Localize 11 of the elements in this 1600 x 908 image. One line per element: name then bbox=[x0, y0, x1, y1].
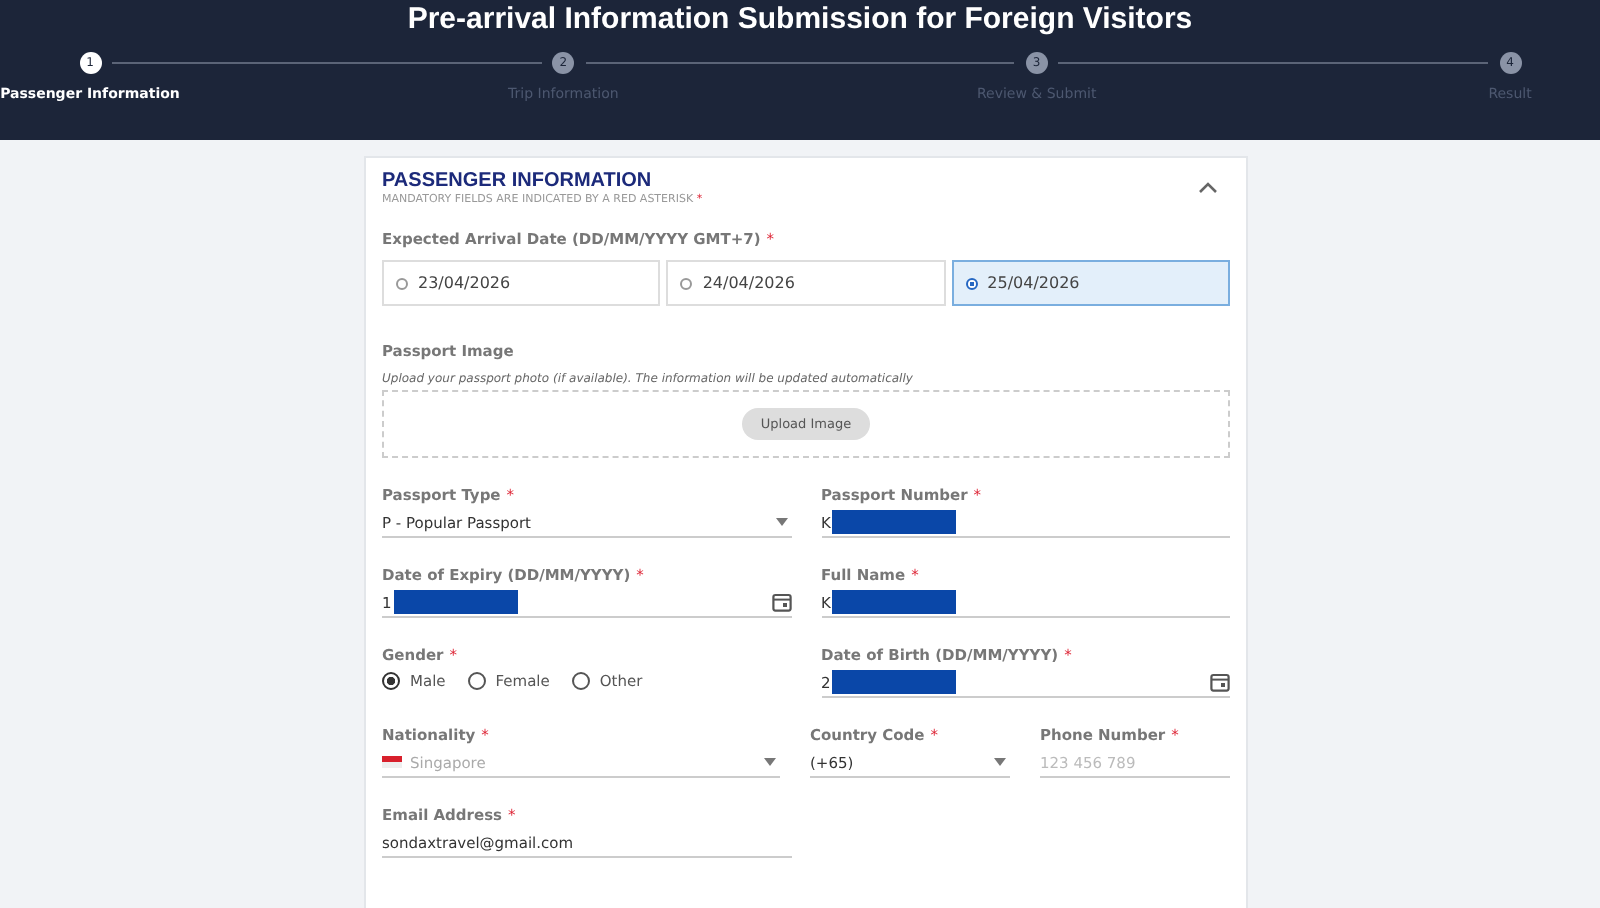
calendar-icon bbox=[771, 592, 791, 612]
page-title: Pre-arrival Information Submission for Foreign Visitors bbox=[407, 2, 1193, 36]
chevron-icon[interactable] bbox=[1198, 182, 1218, 194]
caret-icon bbox=[764, 758, 776, 766]
date-option[interactable]: 23/04/2026 bbox=[382, 260, 661, 306]
section-title: PASSENGER INFORMATION bbox=[382, 170, 654, 192]
date-option[interactable]: 24/04/2026 bbox=[666, 260, 946, 306]
caret-icon bbox=[994, 758, 1006, 766]
calendar-icon bbox=[1210, 672, 1230, 692]
date-option[interactable]: 25/04/2026 bbox=[951, 260, 1230, 306]
caret-icon bbox=[775, 518, 787, 526]
